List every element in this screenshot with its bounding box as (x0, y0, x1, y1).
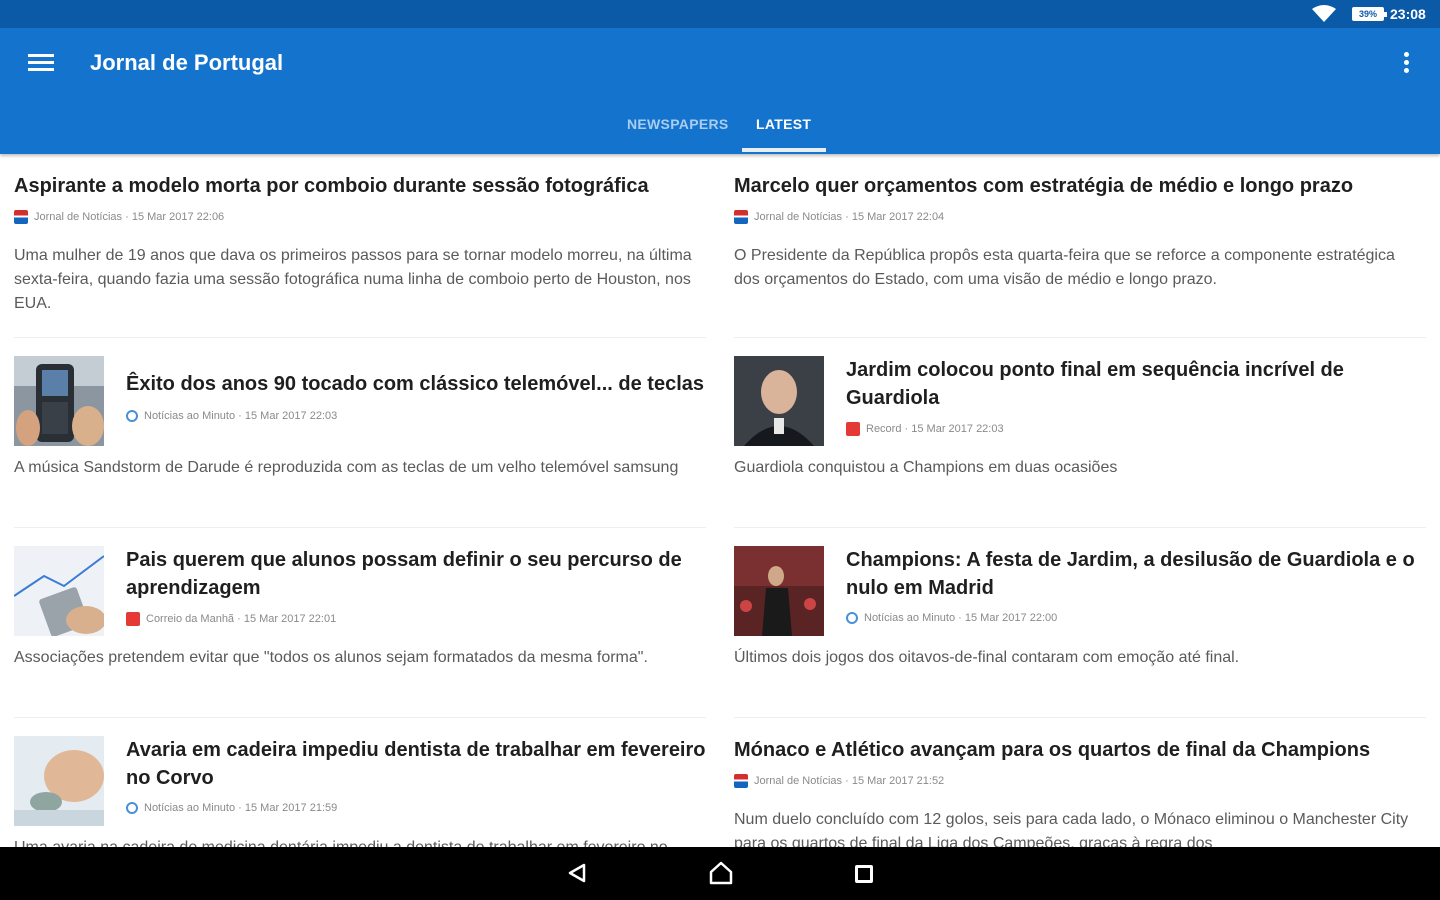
article-description: Num duelo concluído com 12 golos, seis p… (734, 811, 1409, 847)
tab-latest[interactable]: LATEST (756, 116, 811, 132)
meta-separator: · (122, 211, 132, 223)
article-date: 15 Mar 2017 21:52 (851, 775, 945, 787)
article-card[interactable]: Marcelo quer orçamentos com estratégia d… (720, 154, 1440, 334)
battery-level: 39% (1358, 9, 1377, 19)
article-description: Associações pretendem evitar que "todos … (14, 649, 648, 666)
divider (14, 527, 706, 528)
article-list: Aspirante a modelo morta por comboio dur… (0, 154, 1440, 847)
article-description: Uma mulher de 19 anos que dava os primei… (14, 247, 692, 312)
article-meta: Notícias ao Minuto · 15 Mar 2017 22:03 (126, 410, 337, 422)
article-title: Champions: A festa de Jardim, a desilusã… (846, 549, 1415, 599)
divider (14, 717, 706, 718)
record-logo-icon (846, 422, 860, 436)
system-nav-bar (0, 847, 1440, 900)
article-date: 15 Mar 2017 22:03 (244, 410, 338, 422)
article-meta: Jornal de Notícias · 15 Mar 2017 22:06 (14, 210, 224, 224)
article-thumbnail (14, 356, 104, 446)
article-card[interactable]: Mónaco e Atlético avançam para os quarto… (720, 724, 1440, 847)
article-meta: Correio da Manhã · 15 Mar 2017 22:01 (126, 612, 336, 626)
article-thumbnail (14, 736, 104, 826)
noticias-ao-minuto-logo-icon (126, 802, 138, 814)
article-card[interactable]: Avaria em cadeira impediu dentista de tr… (0, 724, 720, 847)
person-photo-icon (734, 356, 824, 446)
article-title: Êxito dos anos 90 tocado com clássico te… (126, 373, 704, 395)
meta-separator: · (235, 802, 245, 814)
article-source: Jornal de Notícias (754, 775, 843, 787)
jornal-de-noticias-logo-icon (734, 774, 748, 788)
article-thumbnail (14, 546, 104, 636)
article-source: Record (866, 423, 902, 435)
clock: 23:08 (1390, 6, 1426, 22)
menu-icon[interactable] (28, 54, 54, 74)
article-title: Marcelo quer orçamentos com estratégia d… (734, 175, 1354, 197)
recent-apps-icon[interactable] (855, 865, 873, 883)
article-source: Jornal de Notícias (754, 211, 843, 223)
article-card[interactable]: Jardim colocou ponto final em sequência … (720, 344, 1440, 524)
article-source: Jornal de Notícias (34, 211, 123, 223)
article-meta: Record · 15 Mar 2017 22:03 (846, 422, 1004, 436)
article-date: 15 Mar 2017 21:59 (244, 802, 338, 814)
article-description: O Presidente da República propôs esta qu… (734, 247, 1395, 288)
home-icon[interactable] (708, 861, 734, 885)
app-title: Jornal de Portugal (90, 50, 284, 75)
article-title: Jardim colocou ponto final em sequência … (846, 359, 1344, 409)
back-icon[interactable] (567, 863, 587, 883)
article-card[interactable]: Êxito dos anos 90 tocado com clássico te… (0, 344, 720, 524)
article-meta: Notícias ao Minuto · 15 Mar 2017 21:59 (126, 802, 337, 814)
article-date: 15 Mar 2017 22:04 (851, 211, 945, 223)
article-source: Notícias ao Minuto (144, 802, 236, 814)
article-meta: Notícias ao Minuto · 15 Mar 2017 22:00 (846, 612, 1057, 624)
meta-separator: · (234, 613, 244, 625)
article-date: 15 Mar 2017 22:01 (243, 613, 337, 625)
jornal-de-noticias-logo-icon (734, 210, 748, 224)
meta-separator: · (842, 775, 852, 787)
meta-separator: · (901, 423, 912, 435)
divider (734, 337, 1426, 338)
article-meta: Jornal de Notícias · 15 Mar 2017 21:52 (734, 774, 944, 788)
article-title: Pais querem que alunos possam definir o … (126, 549, 682, 599)
article-title: Mónaco e Atlético avançam para os quarto… (734, 739, 1371, 761)
calculator-photo-icon (14, 546, 104, 636)
article-description: Guardiola conquistou a Champions em duas… (734, 459, 1118, 476)
article-source: Notícias ao Minuto (864, 612, 956, 624)
article-title: Aspirante a modelo morta por comboio dur… (14, 175, 649, 197)
noticias-ao-minuto-logo-icon (846, 612, 858, 624)
tab-indicator (742, 148, 826, 152)
article-description: A música Sandstorm de Darude é reproduzi… (14, 459, 679, 476)
noticias-ao-minuto-logo-icon (126, 410, 138, 422)
article-date: 15 Mar 2017 22:03 (911, 423, 1004, 435)
wifi-icon (1312, 5, 1336, 22)
article-thumbnail (734, 546, 824, 636)
article-description: Uma avaria na cadeira de medicina dentár… (14, 836, 704, 847)
divider (734, 717, 1426, 718)
jornal-de-noticias-logo-icon (14, 210, 28, 224)
app-bar: Jornal de Portugal NEWSPAPERS LATEST (0, 28, 1440, 154)
article-thumbnail (734, 356, 824, 446)
article-date: 15 Mar 2017 22:00 (964, 612, 1058, 624)
article-card[interactable]: Pais querem que alunos possam definir o … (0, 534, 720, 714)
article-card[interactable]: Aspirante a modelo morta por comboio dur… (0, 154, 720, 334)
tab-newspapers[interactable]: NEWSPAPERS (627, 116, 729, 132)
phone-photo-icon (14, 356, 104, 446)
divider (14, 337, 706, 338)
status-bar: 39% 23:08 (0, 0, 1440, 28)
divider (734, 527, 1426, 528)
article-meta: Jornal de Notícias · 15 Mar 2017 22:04 (734, 210, 944, 224)
article-source: Correio da Manhã (146, 613, 235, 625)
article-date: 15 Mar 2017 22:06 (131, 211, 225, 223)
meta-separator: · (842, 211, 852, 223)
article-title: Avaria em cadeira impediu dentista de tr… (126, 739, 706, 789)
stadium-photo-icon (734, 546, 824, 636)
meta-separator: · (235, 410, 245, 422)
more-vert-icon[interactable] (1400, 52, 1412, 76)
article-description: Últimos dois jogos dos oitavos-de-final … (734, 649, 1240, 666)
dental-photo-icon (14, 736, 104, 826)
battery-icon: 39% (1352, 7, 1387, 21)
article-source: Notícias ao Minuto (144, 410, 236, 422)
meta-separator: · (955, 612, 965, 624)
correio-da-manha-logo-icon (126, 612, 140, 626)
article-card[interactable]: Champions: A festa de Jardim, a desilusã… (720, 534, 1440, 714)
